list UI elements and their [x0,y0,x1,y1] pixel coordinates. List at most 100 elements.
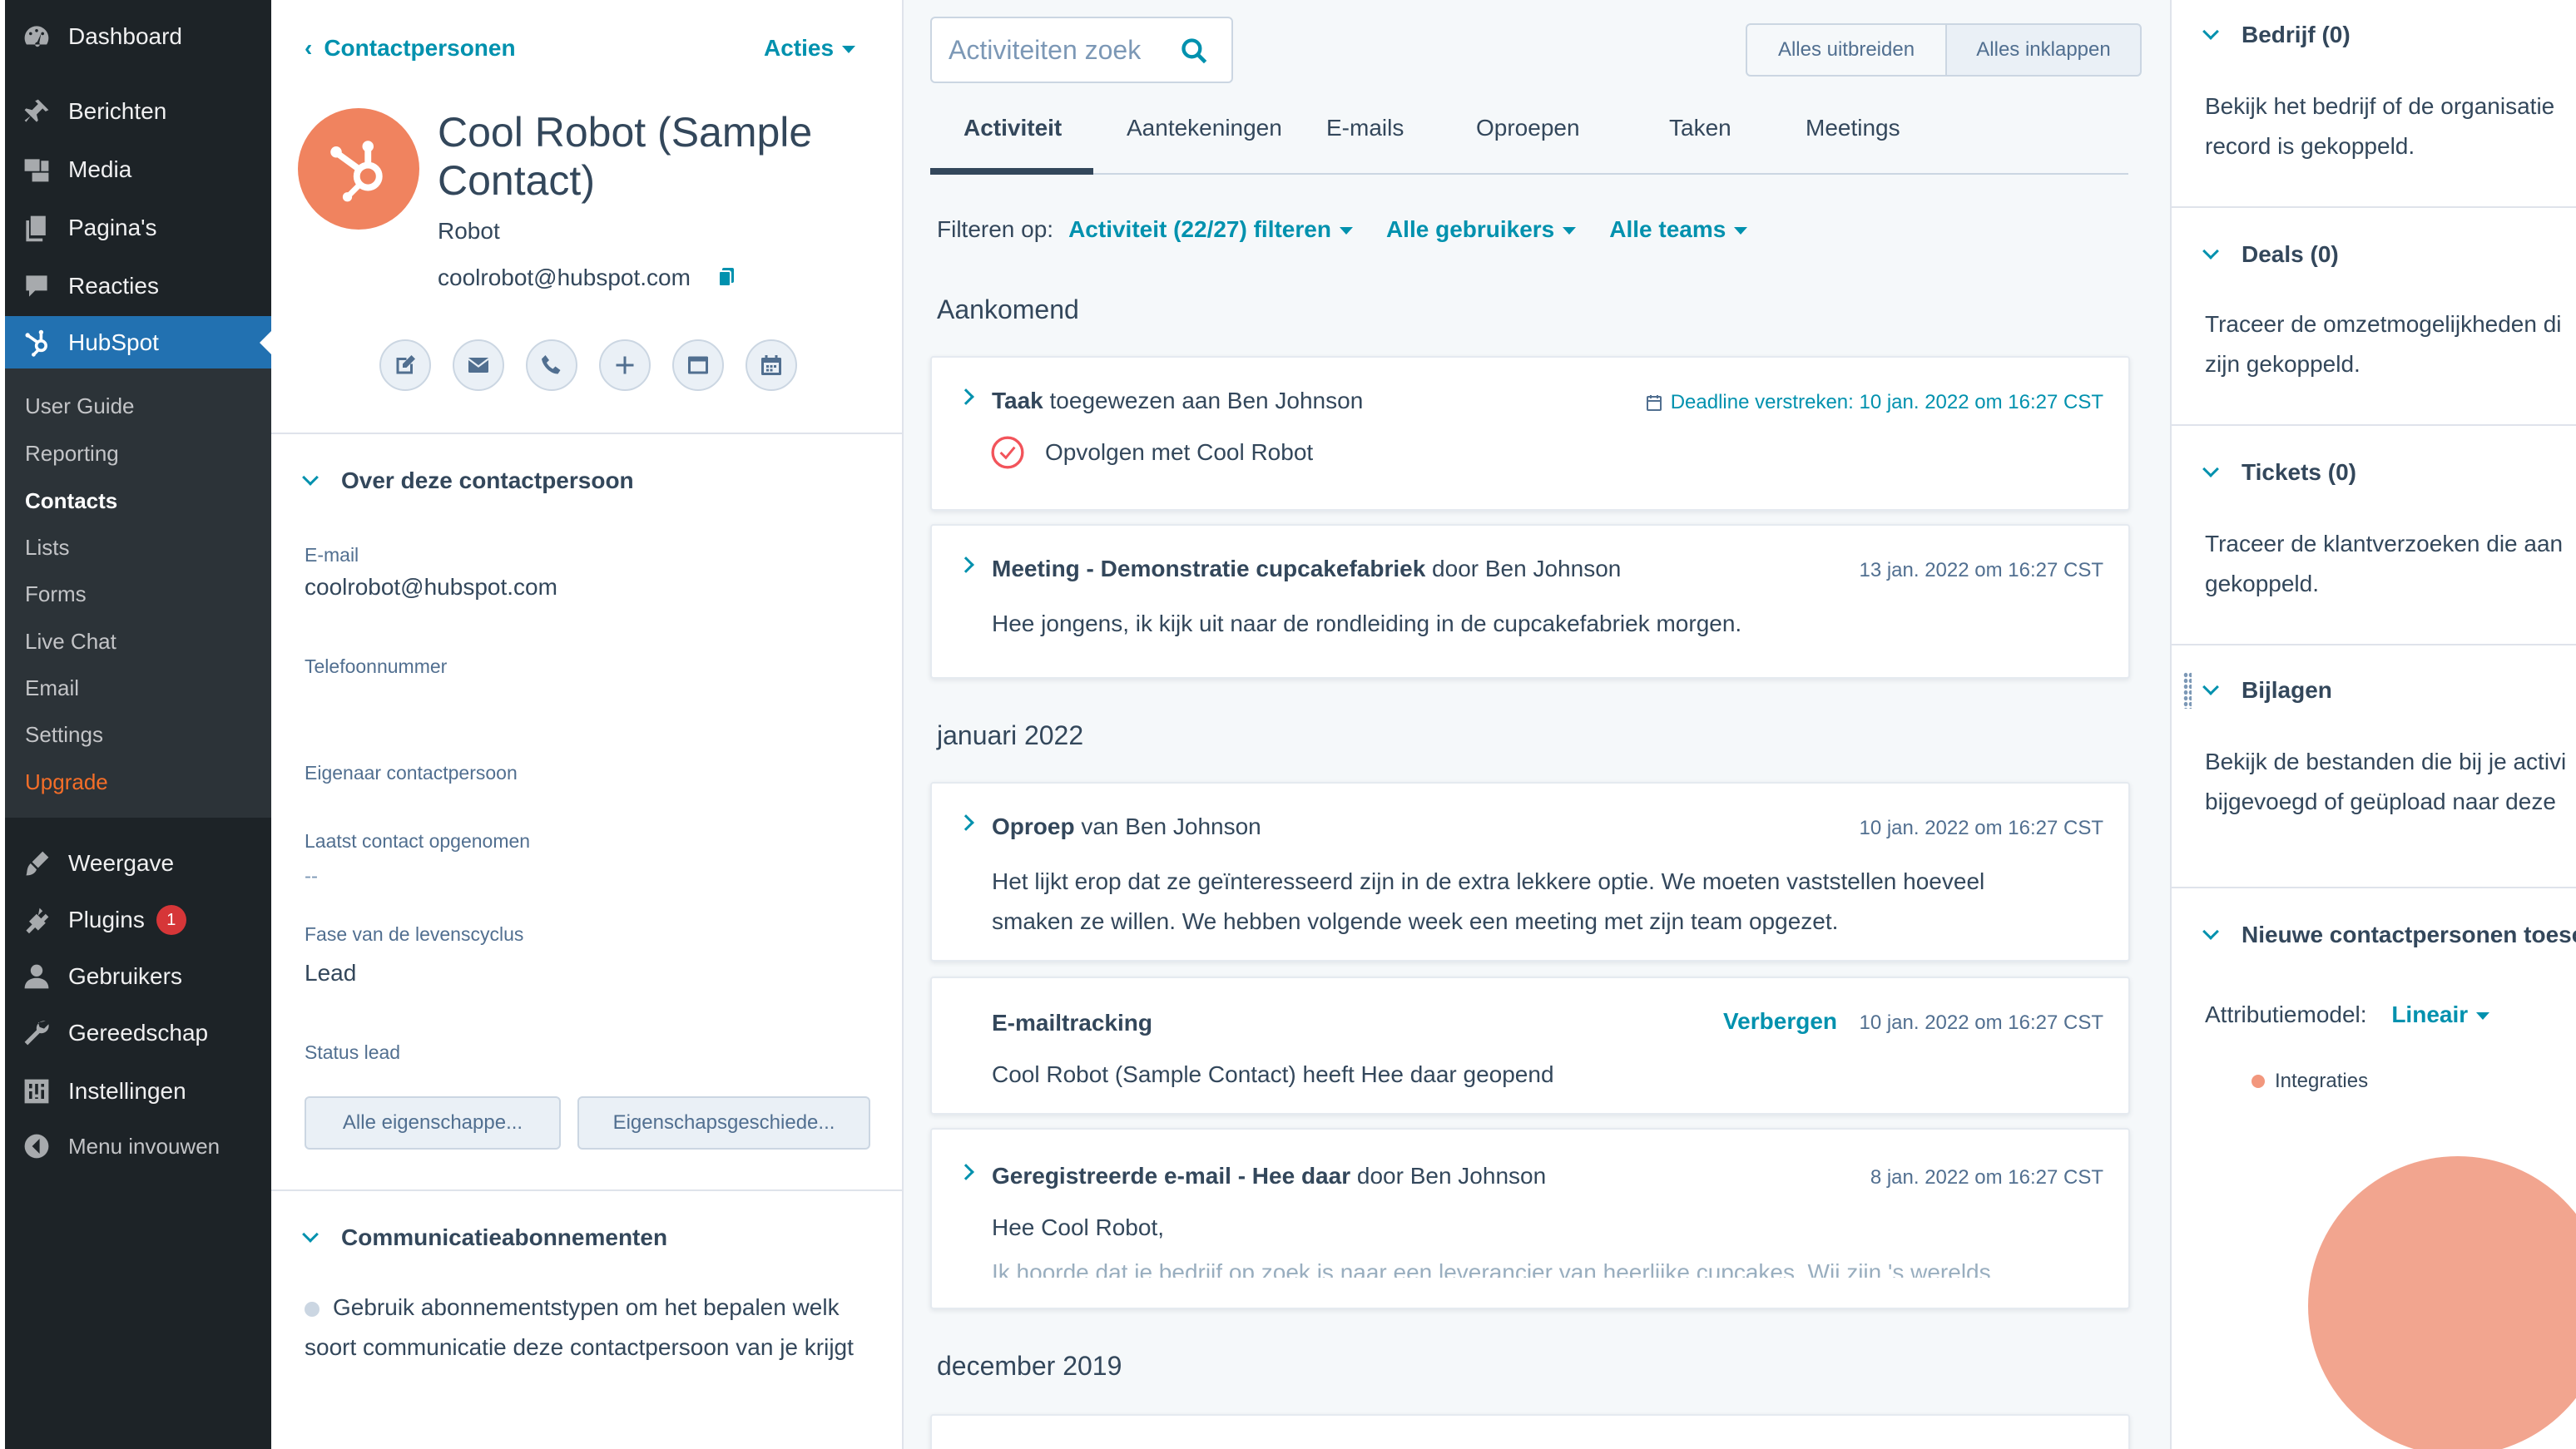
call-button[interactable] [526,339,577,391]
about-section-toggle[interactable]: Over deze contactpersoon [302,467,634,494]
actions-dropdown[interactable]: Acties [764,35,856,62]
submenu-lists[interactable]: Lists [25,535,69,561]
chevron-right-icon[interactable] [958,1164,974,1180]
text-line: zijn gekoppeld. [2205,351,2361,377]
activity-type: E-mailtracking [992,1010,1152,1036]
wp-admin-sidebar: Dashboard Berichten Media Pagina's React… [0,0,271,1449]
logged-email-title: Geregistreerde e-mail - Hee daar door Be… [992,1163,1546,1189]
menu-item-reacties[interactable]: Reacties [5,260,271,313]
tracking-body: Cool Robot (Sample Contact) heeft Hee da… [992,1061,1554,1087]
collapse-menu-button[interactable]: Menu invouwen [5,1120,271,1173]
all-properties-button[interactable]: Alle eigenschappe... [305,1096,561,1150]
menu-label: Berichten [68,98,167,124]
call-card[interactable]: Oproep van Ben Johnson 10 jan. 2022 om 1… [930,782,2130,962]
chevron-right-icon[interactable] [958,556,974,573]
menu-item-plugins[interactable]: Plugins 1 [5,893,271,947]
logged-email-card[interactable]: Geregistreerde e-mail - Hee daar door Be… [930,1128,2130,1309]
activity-search-input[interactable]: Activiteiten zoek [930,17,1233,83]
attribution-label: Attributiemodel: [2205,1001,2367,1027]
property-value-lifecycle[interactable]: Lead [305,960,356,987]
activity-tabs: Activiteit Aantekeningen E-mails Oproepe… [930,100,2128,175]
tab-oproepen[interactable]: Oproepen [1476,115,1580,141]
chevron-right-icon[interactable] [958,814,974,831]
attachments-section-toggle[interactable]: Bijlagen [2202,677,2332,704]
chevron-right-icon[interactable] [958,388,974,405]
task-complete-checkbox-icon[interactable] [990,435,1025,470]
task-subject[interactable]: Opvolgen met Cool Robot [1045,433,1313,472]
text-line: bijgevoegd of geüpload naar deze [2205,789,2556,814]
tab-aantekeningen[interactable]: Aantekeningen [1127,115,1282,141]
activity-filter-dropdown[interactable]: Activiteit (22/27) filteren [1068,216,1353,243]
submenu-contacts[interactable]: Contacts [25,488,117,514]
menu-label: Reacties [68,273,159,299]
menu-item-instellingen[interactable]: Instellingen [5,1065,271,1118]
hide-tracking-link[interactable]: Verbergen [1723,1008,1837,1035]
tab-meetings[interactable]: Meetings [1806,115,1900,141]
activity-timestamp: 8 jan. 2022 om 16:27 CST [1870,1166,2103,1189]
text-line: Bekijk het bedrijf of de organisatie [2205,93,2555,119]
meeting-card[interactable]: Meeting - Demonstratie cupcakefabriek do… [930,524,2130,679]
users-icon [12,950,62,1003]
email-button[interactable] [453,339,504,391]
deals-section-toggle[interactable]: Deals (0) [2202,241,2339,268]
menu-item-berichten[interactable]: Berichten [5,85,271,138]
submenu-settings[interactable]: Settings [25,722,103,748]
tracking-title: E-mailtracking [992,1010,1152,1036]
back-link-label: Contactpersonen [324,35,516,61]
property-label-last-contacted: Laatst contact opgenomen [305,830,531,852]
new-contacts-section-toggle[interactable]: Nieuwe contactpersonen toesc [2202,922,2576,948]
submenu-forms[interactable]: Forms [25,581,87,607]
menu-item-gereedschap[interactable]: Gereedschap [5,1006,271,1060]
copy-icon[interactable] [717,266,736,288]
search-icon[interactable] [1180,37,1210,67]
communication-section-toggle[interactable]: Communicatieabonnementen [302,1224,667,1251]
task-button[interactable] [672,339,724,391]
property-value-phone[interactable] [305,685,804,714]
note-button[interactable] [379,339,431,391]
submenu-user-guide[interactable]: User Guide [25,393,135,419]
attribution-model-dropdown[interactable]: Lineair [2391,1001,2490,1027]
property-value-email[interactable]: coolrobot@hubspot.com [305,574,557,601]
menu-item-hubspot[interactable]: HubSpot [5,316,271,369]
expand-all-button[interactable]: Alles uitbreiden [1746,23,1947,77]
back-to-contacts-link[interactable]: ‹ Contactpersonen [305,35,516,62]
menu-item-gebruikers[interactable]: Gebruikers [5,950,271,1003]
tickets-section-toggle[interactable]: Tickets (0) [2202,459,2356,486]
chevron-down-icon [302,1226,319,1243]
tab-taken[interactable]: Taken [1669,115,1731,141]
status-dot-icon [305,1301,320,1317]
tab-emails[interactable]: E-mails [1326,115,1404,141]
plugin-update-badge: 1 [156,905,186,935]
teams-filter-dropdown[interactable]: Alle teams [1609,216,1748,243]
tab-activiteit[interactable]: Activiteit [964,115,1062,141]
menu-item-paginas[interactable]: Pagina's [5,201,271,255]
company-section-toggle[interactable]: Bedrijf (0) [2202,22,2351,48]
submenu-live-chat[interactable]: Live Chat [25,629,116,655]
drag-handle-icon[interactable] [2183,672,2192,709]
task-card-title: Taak toegewezen aan Ben Johnson [992,388,1363,414]
pages-icon [12,201,62,255]
collapse-all-button[interactable]: Alles inklappen [1945,23,2142,77]
activity-meta: van Ben Johnson [1074,814,1261,839]
submenu-email[interactable]: Email [25,675,79,701]
submenu-reporting[interactable]: Reporting [25,441,119,467]
menu-item-weergave[interactable]: Weergave [5,837,271,890]
menu-label: Menu invouwen [68,1133,220,1159]
task-card[interactable]: Taak toegewezen aan Ben Johnson Deadline… [930,356,2130,511]
property-label-lifecycle: Fase van de levenscyclus [305,923,524,945]
property-value-owner[interactable] [305,792,804,820]
chevron-down-icon [2202,23,2219,40]
users-filter-dropdown[interactable]: Alle gebruikers [1386,216,1577,243]
calendar-icon [1646,395,1662,411]
menu-item-media[interactable]: Media [5,143,271,196]
property-history-button[interactable]: Eigenschapsgeschiede... [577,1096,870,1150]
chart-legend: Integraties [2252,1070,2368,1093]
submenu-upgrade[interactable]: Upgrade [25,769,108,795]
task-deadline: Deadline verstreken: 10 jan. 2022 om 16:… [1646,391,2103,414]
menu-item-dashboard[interactable]: Dashboard [5,10,271,63]
activity-card[interactable] [930,1414,2130,1449]
log-activity-button[interactable] [599,339,651,391]
wrench-icon [12,1006,62,1060]
meeting-button[interactable] [746,339,797,391]
text-line: Traceer de klantverzoeken die aan [2205,531,2564,556]
